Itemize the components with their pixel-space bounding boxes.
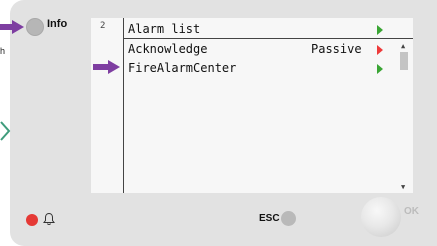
info-pointer-arrow-icon bbox=[0, 20, 24, 34]
ok-button[interactable] bbox=[361, 197, 401, 237]
scroll-down-icon[interactable]: ▼ bbox=[401, 184, 405, 191]
ok-label: OK bbox=[404, 206, 419, 217]
row-pointer-arrow-icon bbox=[93, 60, 120, 74]
status-indicator-icon bbox=[377, 64, 383, 74]
info-label: Info bbox=[47, 18, 68, 30]
esc-label: ESC bbox=[259, 213, 280, 224]
screen-level-number: 2 bbox=[100, 21, 106, 31]
list-item-value: Passive bbox=[311, 42, 362, 56]
side-caption: h bbox=[0, 46, 6, 56]
title-enter-icon[interactable] bbox=[377, 25, 383, 35]
list-item-name: Acknowledge bbox=[128, 42, 208, 56]
scroll-up-icon[interactable]: ▲ bbox=[401, 43, 405, 50]
esc-button[interactable] bbox=[281, 211, 296, 226]
screen-title: Alarm list bbox=[128, 22, 201, 36]
chevron-right-icon[interactable] bbox=[0, 120, 11, 142]
screen-divider-vertical bbox=[123, 18, 124, 193]
scrollbar[interactable]: ▲ ▼ bbox=[397, 42, 411, 192]
bell-icon bbox=[43, 212, 55, 225]
screen-divider-horizontal bbox=[123, 38, 413, 39]
info-led bbox=[26, 18, 44, 36]
alarm-led bbox=[26, 214, 38, 226]
list-item-name: FireAlarmCenter bbox=[128, 61, 237, 75]
scroll-thumb[interactable] bbox=[400, 52, 408, 70]
alarm-indicator-icon bbox=[377, 45, 383, 55]
